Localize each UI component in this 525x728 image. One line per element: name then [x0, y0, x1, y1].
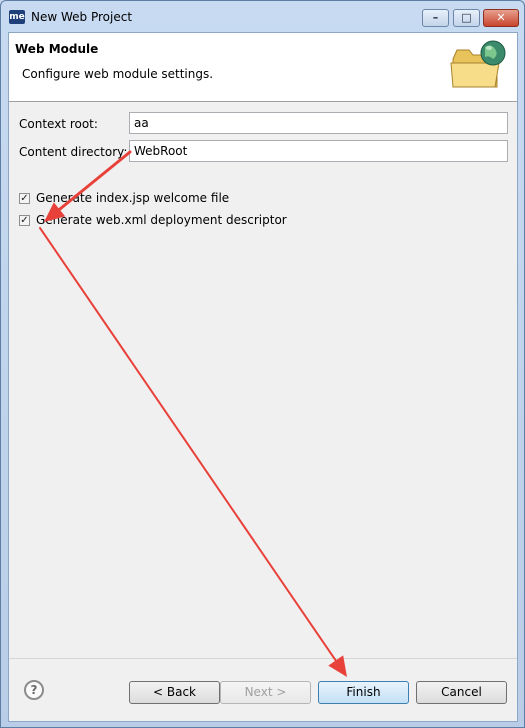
- help-icon[interactable]: ?: [24, 680, 44, 700]
- myeclipse-app-icon: me: [9, 10, 25, 24]
- next-button[interactable]: Next >: [220, 681, 311, 704]
- content-directory-label: Content directory:: [19, 145, 128, 159]
- dialog-client-area: Web Module Configure web module settings…: [8, 32, 518, 722]
- close-button[interactable]: ✕: [483, 9, 519, 27]
- page-description: Configure web module settings.: [22, 67, 214, 81]
- generate-index-jsp-label: Generate index.jsp welcome file: [36, 191, 230, 205]
- finish-button[interactable]: Finish: [318, 681, 409, 704]
- folder-globe-icon: [450, 40, 506, 88]
- maximize-button[interactable]: □: [453, 9, 480, 27]
- content-directory-input[interactable]: [129, 140, 508, 162]
- back-button[interactable]: < Back: [129, 681, 220, 704]
- wizard-banner: Web Module Configure web module settings…: [9, 33, 517, 102]
- footer-separator: [9, 658, 517, 659]
- generate-web-xml-label: Generate web.xml deployment descriptor: [36, 213, 287, 227]
- context-root-input[interactable]: [129, 112, 508, 134]
- cancel-button[interactable]: Cancel: [416, 681, 507, 704]
- page-title: Web Module: [15, 42, 99, 56]
- dialog-window: me New Web Project – □ ✕ Web Module Conf…: [0, 0, 525, 728]
- generate-web-xml-checkbox[interactable]: ✓: [19, 215, 30, 226]
- close-icon: ✕: [496, 11, 506, 24]
- maximize-icon: □: [461, 11, 472, 24]
- minimize-icon: –: [432, 11, 439, 24]
- context-root-label: Context root:: [19, 117, 98, 131]
- minimize-button[interactable]: –: [422, 9, 449, 27]
- window-title: New Web Project: [31, 10, 133, 24]
- generate-index-jsp-checkbox[interactable]: ✓: [19, 193, 30, 204]
- title-bar: me New Web Project – □ ✕: [1, 1, 524, 32]
